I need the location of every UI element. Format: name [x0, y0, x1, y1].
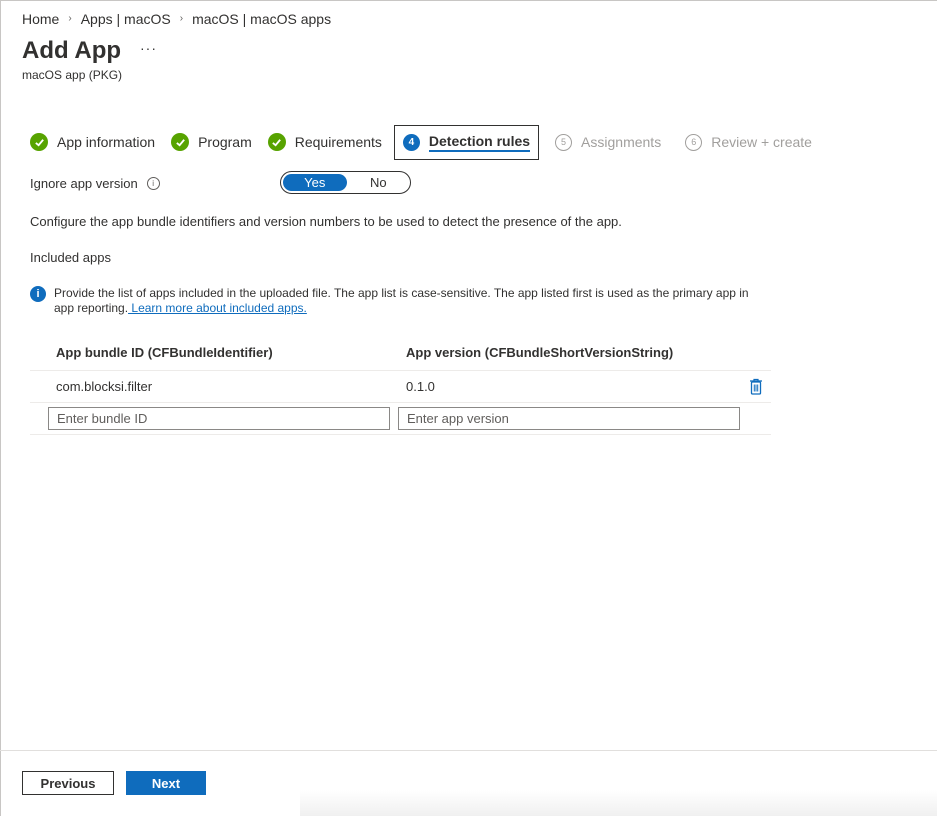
- column-header-bundle-id: App bundle ID (CFBundleIdentifier): [56, 345, 273, 360]
- bottom-shadow: [300, 790, 937, 816]
- check-icon: [171, 133, 190, 151]
- page-title: Add App: [22, 37, 122, 64]
- tab-detection-rules[interactable]: 4 Detection rules: [393, 124, 540, 160]
- tab-assignments[interactable]: 5 Assignments: [547, 125, 669, 159]
- chevron-right-icon: ›: [68, 12, 72, 24]
- page-subtitle: macOS app (PKG): [22, 68, 123, 82]
- divider: [30, 434, 771, 435]
- next-button[interactable]: Next: [126, 771, 206, 795]
- ignore-app-version-toggle[interactable]: Yes No: [280, 171, 411, 194]
- breadcrumb-apps-macos[interactable]: Apps | macOS: [81, 11, 171, 27]
- column-header-app-version: App version (CFBundleShortVersionString): [406, 345, 674, 360]
- app-version-cell: 0.1.0: [406, 379, 435, 394]
- chevron-right-icon: ›: [179, 12, 184, 24]
- toggle-yes[interactable]: Yes: [283, 174, 347, 191]
- info-message: Provide the list of apps included in the…: [54, 286, 760, 316]
- info-message-bar: i Provide the list of apps included in t…: [30, 286, 760, 316]
- bundle-id-cell: com.blocksi.filter: [56, 379, 153, 394]
- breadcrumb-macos-apps[interactable]: macOS | macOS apps: [192, 11, 331, 27]
- step-number-icon: 6: [685, 133, 703, 151]
- delete-icon[interactable]: [749, 378, 763, 395]
- breadcrumb: Home › Apps | macOS › macOS | macOS apps: [22, 11, 331, 27]
- info-icon: i: [30, 286, 46, 302]
- tab-requirements[interactable]: Requirements: [260, 125, 390, 159]
- detection-description: Configure the app bundle identifiers and…: [30, 214, 622, 229]
- more-options-icon[interactable]: ···: [140, 40, 157, 56]
- wizard-steps: App information Program Requirements 4 D…: [22, 124, 820, 160]
- check-icon: [267, 133, 286, 151]
- divider: [30, 402, 771, 403]
- toggle-no[interactable]: No: [347, 172, 411, 193]
- divider: [30, 370, 771, 371]
- included-apps-heading: Included apps: [30, 250, 111, 265]
- footer-divider: [0, 750, 937, 751]
- app-version-input[interactable]: [398, 407, 740, 430]
- learn-more-link[interactable]: Learn more about included apps.: [128, 301, 306, 315]
- step-number-icon: 4: [402, 133, 420, 151]
- ignore-app-version-text: Ignore app version: [30, 176, 138, 191]
- tab-review-create[interactable]: 6 Review + create: [677, 125, 820, 159]
- info-icon[interactable]: i: [146, 177, 160, 190]
- step-label: Assignments: [581, 134, 662, 150]
- step-number-icon: 5: [555, 133, 573, 151]
- check-icon: [30, 133, 48, 151]
- breadcrumb-home[interactable]: Home: [22, 11, 59, 27]
- previous-button[interactable]: Previous: [22, 771, 114, 795]
- step-label: Review + create: [711, 134, 812, 150]
- step-label: Detection rules: [428, 133, 531, 152]
- step-label: Requirements: [294, 134, 382, 150]
- step-label: Program: [198, 134, 252, 150]
- tab-app-information[interactable]: App information: [22, 125, 163, 159]
- step-label: App information: [57, 134, 156, 150]
- ignore-app-version-label: Ignore app version i: [30, 176, 160, 191]
- bundle-id-input[interactable]: [48, 407, 390, 430]
- tab-program[interactable]: Program: [163, 125, 260, 159]
